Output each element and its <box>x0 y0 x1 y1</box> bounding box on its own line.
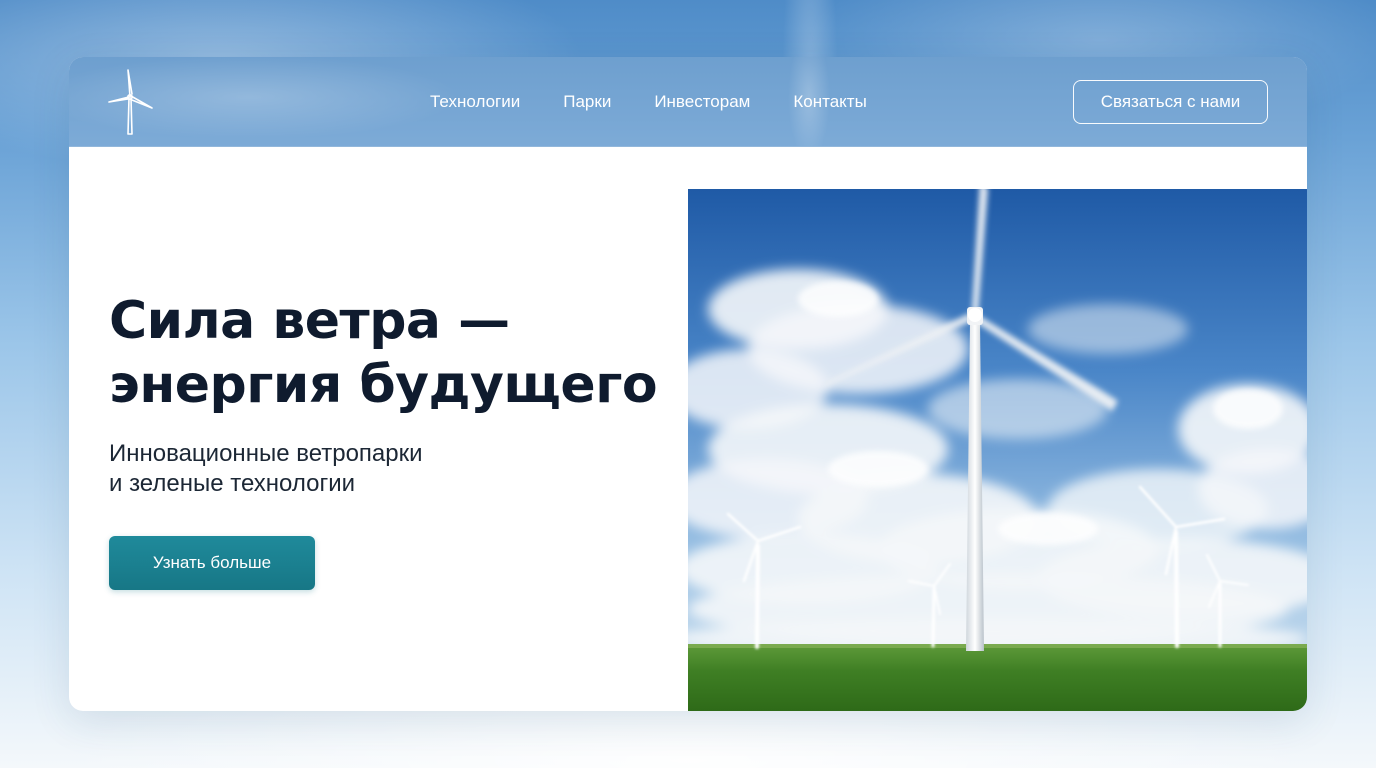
hero-title-line-1: Сила ветра — <box>109 291 510 351</box>
nav-link-technologies[interactable]: Технологии <box>430 90 520 114</box>
nav-link-contacts[interactable]: Контакты <box>793 90 866 114</box>
site-header: Технологии Парки Инвесторам Контакты Свя… <box>69 57 1307 147</box>
hero-title-line-2: энергия будущего <box>109 355 658 415</box>
nav-link-parks[interactable]: Парки <box>563 90 611 114</box>
landing-card: Технологии Парки Инвесторам Контакты Свя… <box>69 57 1307 711</box>
hero-subtitle: Инновационные ветропарки и зеленые техно… <box>109 439 669 499</box>
learn-more-button[interactable]: Узнать больше <box>109 536 315 590</box>
hero-title: Сила ветра — энергия будущего <box>109 289 669 417</box>
wind-turbine-icon[interactable] <box>107 68 155 136</box>
hero-subtitle-line-2: и зеленые технологии <box>109 470 356 497</box>
wind-farm-photo <box>688 189 1307 711</box>
wind-farm-illustration <box>688 189 1307 711</box>
contact-us-button[interactable]: Связаться с нами <box>1073 80 1268 124</box>
hero-text: Сила ветра — энергия будущего Инновацион… <box>109 289 669 499</box>
nav-link-investors[interactable]: Инвесторам <box>654 90 750 114</box>
hero-subtitle-line-1: Инновационные ветропарки <box>109 440 423 467</box>
main-nav: Технологии Парки Инвесторам Контакты <box>430 90 867 114</box>
